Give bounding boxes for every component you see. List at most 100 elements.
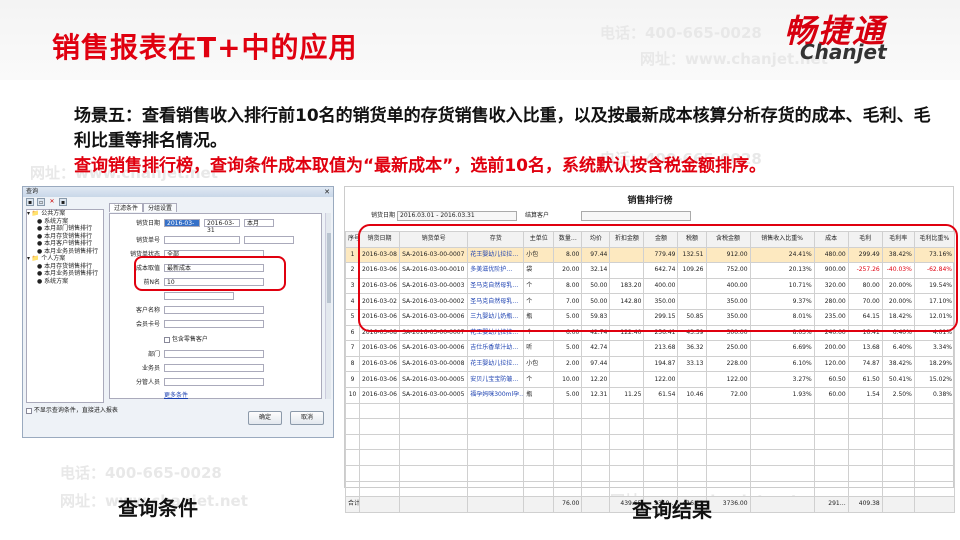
highlight-result <box>358 224 958 332</box>
table-cell: 2016-03-06 <box>359 386 401 404</box>
table-cell: 72.00 <box>705 386 751 404</box>
scene-label: 场景五： <box>74 106 142 126</box>
table-row[interactable]: 9 2016-03-06 SA-2016-03-00-0005 安贝儿宝宝防皱… 个 10… <box>344 371 956 388</box>
docno-label: 销货单号 <box>135 237 160 244</box>
delete-icon[interactable]: ✕ <box>48 198 56 206</box>
table-cell: 200.00 <box>813 340 849 357</box>
total-cell <box>523 496 555 513</box>
date-period-select[interactable]: 本月 <box>244 219 274 227</box>
table-cell: 福孕妈咪300ml孕… <box>467 386 525 404</box>
category-input[interactable] <box>164 378 264 386</box>
table-cell: 60.00 <box>813 386 849 404</box>
salesman-input[interactable] <box>164 364 264 372</box>
table-cell: 11.25 <box>609 386 645 404</box>
skip-dialog-checkbox[interactable] <box>26 407 32 414</box>
tree-item[interactable]: ▾ 📁 个人方案 <box>27 255 103 263</box>
empty-row <box>344 464 956 482</box>
dialog-title: 查询 <box>26 188 39 195</box>
table-cell: 听 <box>523 340 555 357</box>
extra-input[interactable] <box>164 292 234 300</box>
category-row: 分管人员 <box>110 378 315 387</box>
retail-row: 包含零售客户 <box>164 334 369 343</box>
tab-group[interactable]: 分组设置 <box>143 203 178 212</box>
table-cell: 12.31 <box>581 386 611 404</box>
empty-row <box>344 402 956 420</box>
close-icon[interactable]: ✕ <box>324 187 330 197</box>
table-cell: 12.20 <box>581 371 611 388</box>
table-cell: 10 <box>344 386 361 404</box>
dept-row: 部门 <box>110 350 315 359</box>
docno-row: 销货单号 <box>110 236 315 245</box>
table-cell: 61.54 <box>643 386 679 404</box>
table-cell: 2016-03-06 <box>359 371 401 388</box>
total-cell <box>359 496 401 513</box>
total-cell <box>581 496 611 513</box>
table-cell: 7 <box>344 340 361 357</box>
tree-item[interactable]: ● 本月客户销售排行 <box>27 240 103 248</box>
date-from-input[interactable]: 2016-03-01 <box>164 219 200 234</box>
table-cell: SA-2016-03-00-0005 <box>399 386 469 404</box>
tree-item[interactable]: ● 系统方案 <box>27 218 103 226</box>
caption-query: 查询条件 <box>118 496 198 520</box>
tree-item[interactable]: ● 本月存货销售排行 <box>27 233 103 241</box>
tree-item[interactable]: ▾ 📁 公共方案 <box>27 210 103 218</box>
table-cell: 15.02% <box>913 371 956 388</box>
date-row: 销货日期 2016-03-01 2016-03-31 本月 <box>110 219 315 234</box>
more-conditions-link[interactable]: 更多条件 <box>164 390 369 399</box>
save-icon[interactable]: ▪ <box>26 198 34 206</box>
total-cell: 409.38 <box>847 496 883 513</box>
table-cell: 122.00 <box>705 371 751 388</box>
tree-item[interactable]: ● 本月业务员销售排行 <box>27 270 103 278</box>
table-cell <box>609 371 645 388</box>
report-title: 销售排行榜 <box>627 196 673 206</box>
total-cell: 291… <box>813 496 849 513</box>
table-cell: 250.00 <box>705 340 751 357</box>
tab-filter[interactable]: 过滤条件 <box>109 203 144 212</box>
copy-icon[interactable]: ▪ <box>59 198 67 206</box>
table-cell: 5.00 <box>553 340 583 357</box>
table-cell: 97.44 <box>581 355 611 373</box>
table-row[interactable]: 8 2016-03-06 SA-2016-03-00-0008 花王婴幼儿拉拉… 小包 2… <box>344 355 956 373</box>
dialog-titlebar: 查询 ✕ <box>23 187 333 197</box>
date-to-input[interactable]: 2016-03-31 <box>204 219 240 234</box>
table-cell: 33.13 <box>677 355 707 373</box>
table-cell: 50.41% <box>881 371 915 388</box>
dept-input[interactable] <box>164 350 264 358</box>
dialog-footer: 不显示查询条件，直接进入报表 确定 取消 <box>26 405 326 425</box>
tree-item[interactable]: ● 本月存货销售排行 <box>27 263 103 271</box>
table-cell: 6.40% <box>881 340 915 357</box>
table-row[interactable]: 10 2016-03-06 SA-2016-03-00-0005 福孕妈咪300ml孕… <box>344 386 956 404</box>
cancel-button[interactable]: 取消 <box>290 411 324 425</box>
customer-input[interactable] <box>164 306 264 314</box>
docno-input[interactable] <box>164 236 240 244</box>
table-cell: 9 <box>344 371 361 388</box>
tree-item[interactable]: ● 本月业务员销售排行 <box>27 248 103 256</box>
form-scrollbar[interactable] <box>325 213 331 399</box>
table-cell: 1.54 <box>847 386 883 404</box>
table-cell: 3.27% <box>749 371 815 388</box>
docno-to-input[interactable] <box>244 236 294 244</box>
tree-item[interactable]: ● 本月部门销售排行 <box>27 225 103 233</box>
date-range-label: 销货日期 <box>371 212 396 219</box>
ok-button[interactable]: 确定 <box>248 411 282 425</box>
dept-label: 部门 <box>147 351 160 358</box>
tree-item[interactable]: ● 系统方案 <box>27 278 103 286</box>
table-cell: 122.00 <box>643 371 679 388</box>
table-cell <box>609 355 645 373</box>
table-cell: SA-2016-03-00-0008 <box>399 355 469 373</box>
member-label: 会员卡号 <box>135 321 160 328</box>
table-cell: 个 <box>523 371 555 388</box>
table-cell: 6.69% <box>749 340 815 357</box>
open-icon[interactable]: ▫ <box>37 198 45 206</box>
table-cell: 6 <box>344 324 361 342</box>
table-cell: SA-2016-03-00-0005 <box>399 371 469 388</box>
table-cell: 安贝儿宝宝防皱… <box>467 371 525 388</box>
retail-checkbox[interactable] <box>164 336 170 343</box>
table-row[interactable]: 7 2016-03-06 SA-2016-03-00-0006 吉仕乐香草汁幼… 听 5.… <box>344 340 956 357</box>
table-cell <box>609 340 645 357</box>
member-input[interactable] <box>164 320 264 328</box>
salesman-row: 业务员 <box>110 364 315 373</box>
total-cell <box>399 496 469 513</box>
total-cell <box>467 496 525 513</box>
table-cell: 3.34% <box>913 340 956 357</box>
